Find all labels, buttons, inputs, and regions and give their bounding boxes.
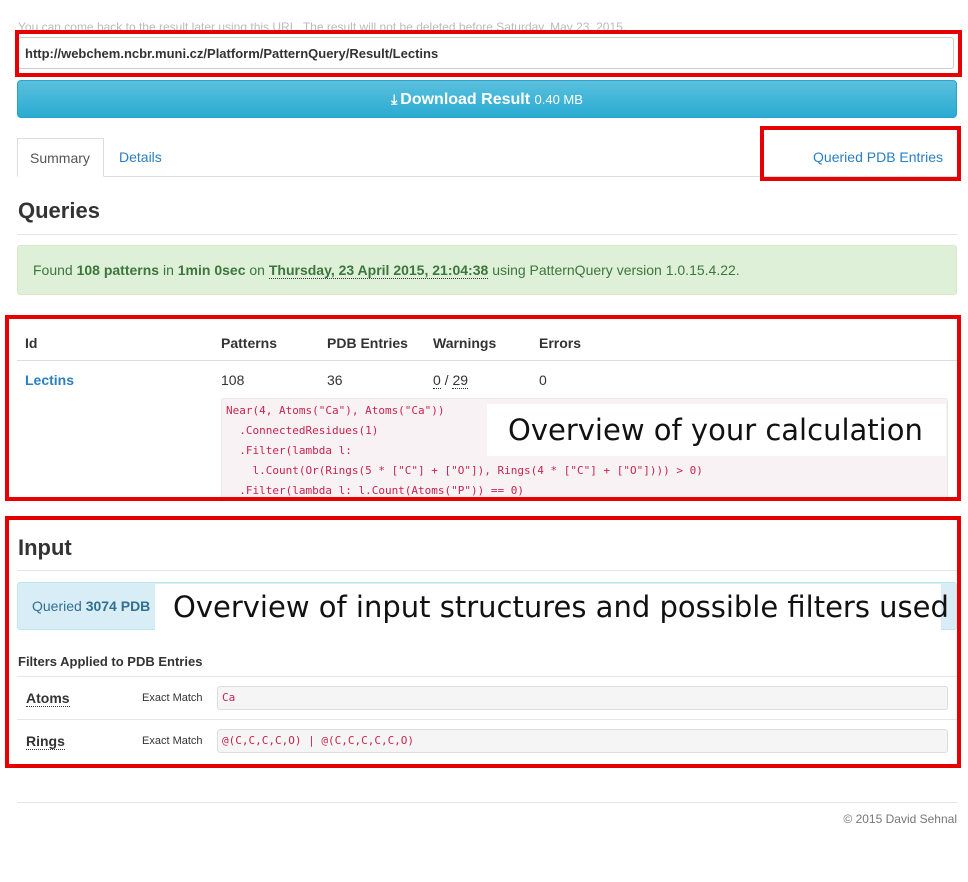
status-suffix: using PatternQuery version 1.0.15.4.22. (492, 262, 740, 278)
warnings-count: 0 / 29 (433, 372, 469, 389)
patterns-count: 108 (221, 372, 245, 388)
annotation-input: Overview of input structures and possibl… (155, 584, 949, 630)
query-id-link[interactable]: Lectins (25, 372, 74, 388)
result-retention-notice: You can come back to the result later us… (18, 20, 627, 34)
queries-heading: Queries (18, 198, 100, 223)
warnings-value[interactable]: 0 (433, 372, 441, 389)
status-on: on (249, 262, 265, 278)
result-url-field[interactable]: http://webchem.ncbr.muni.cz/Platform/Pat… (18, 37, 954, 69)
filter-name-atoms[interactable]: Atoms (26, 690, 70, 707)
col-header-patterns[interactable]: Patterns (221, 335, 277, 351)
query-code-line: .ConnectedResidues(1) (226, 424, 379, 437)
filter-value-rings: @(C,C,C,C,O) | @(C,C,C,C,C,O) (217, 729, 948, 753)
input-heading: Input (18, 535, 72, 560)
tab-queried-pdb-entries[interactable]: Queried PDB Entries (801, 138, 955, 176)
table-header-divider (17, 360, 957, 361)
filter-mode-rings: Exact Match (142, 735, 203, 747)
status-found: Found (33, 262, 73, 278)
tab-summary[interactable]: Summary (17, 138, 104, 177)
download-size: 0.40 MB (534, 92, 583, 107)
filter-value-atoms: Ca (217, 686, 948, 710)
col-header-id: Id (25, 335, 38, 351)
download-result-button[interactable]: ⤓ Download Result 0.40 MB (17, 80, 957, 118)
col-header-warnings[interactable]: Warnings (433, 335, 496, 351)
query-code-line: .Filter(lambda l: l.Count(Atoms("P")) ==… (226, 484, 525, 497)
queries-divider (17, 234, 957, 235)
query-code-line: Near(4, Atoms("Ca"), Atoms("Ca")) (226, 404, 445, 417)
query-status-alert: Found 108 patterns in 1min 0sec on Thurs… (17, 245, 957, 295)
status-timestamp: Thursday, 23 April 2015, 21:04:38 (268, 262, 489, 279)
footer-copyright: © 2015 David Sehnal (843, 812, 957, 826)
filters-divider (17, 676, 957, 677)
warnings-total[interactable]: 29 (452, 372, 469, 389)
filter-row-divider (17, 719, 957, 720)
warnings-separator: / (440, 372, 453, 388)
status-in: in (162, 262, 174, 278)
annotation-calculation: Overview of your calculation (487, 404, 946, 456)
col-header-pdb-entries[interactable]: PDB Entries (327, 335, 408, 351)
status-patterns: 108 patterns (76, 262, 160, 278)
query-code-line: .Filter(lambda l: (226, 444, 352, 457)
col-header-errors[interactable]: Errors (539, 335, 581, 351)
input-divider (17, 570, 957, 571)
errors-count: 0 (539, 372, 547, 388)
result-tabs: Summary Details Queried PDB Entries (17, 138, 957, 177)
filters-title: Filters Applied to PDB Entries (18, 654, 203, 669)
tab-details[interactable]: Details (107, 138, 174, 176)
result-url-text: http://webchem.ncbr.muni.cz/Platform/Pat… (25, 46, 439, 61)
footer-divider (17, 802, 957, 803)
download-label: Download Result (400, 91, 531, 108)
status-duration: 1min 0sec (177, 262, 246, 278)
pdb-entries-count: 36 (327, 372, 343, 388)
query-code-line: l.Count(Or(Rings(5 * ["C"] + ["O"]), Rin… (226, 464, 703, 477)
filter-name-rings[interactable]: Rings (26, 733, 65, 750)
filter-mode-atoms: Exact Match (142, 692, 203, 704)
download-icon: ⤓ (391, 91, 398, 107)
queried-prefix: Queried (32, 598, 82, 614)
queried-count: 3074 PDB (85, 598, 151, 614)
